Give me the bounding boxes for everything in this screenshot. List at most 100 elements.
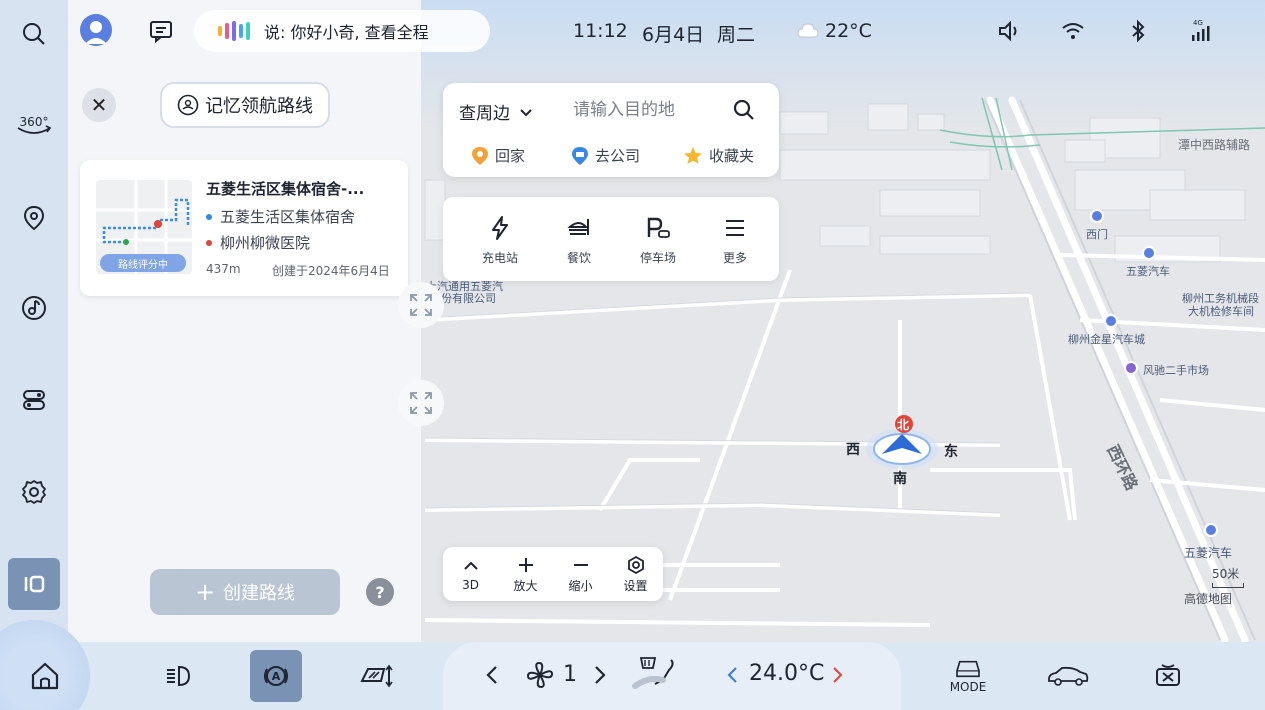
rail-controls-button[interactable] — [8, 374, 60, 426]
map-label-poi: 五菱汽车 — [1126, 265, 1170, 278]
svg-text:4G: 4G — [1193, 19, 1203, 27]
drive-mode-button[interactable]: MODE — [942, 650, 994, 702]
rear-defrost-button[interactable] — [1142, 650, 1194, 702]
location-pin-icon — [23, 205, 45, 231]
create-route-button[interactable]: + 创建路线 — [150, 569, 340, 615]
route-title: 五菱生活区集体宿舍-... — [206, 180, 365, 198]
create-route-label: 创建路线 — [223, 583, 296, 604]
route-distance: 437m — [206, 262, 241, 276]
work-pin-icon — [572, 146, 588, 165]
map-label-poi: 五菱汽车 — [1184, 546, 1233, 560]
auto-hold-button[interactable]: A — [250, 650, 302, 702]
split-view-icon — [24, 575, 45, 593]
poi-marker[interactable] — [1104, 314, 1118, 328]
category-parking[interactable]: 停车场 — [623, 215, 693, 266]
help-button[interactable]: ? — [366, 578, 394, 606]
route-card[interactable]: 路线评分中 五菱生活区集体宿舍-... 五菱生活区集体宿舍 柳州柳微医院 437… — [80, 160, 408, 296]
chevron-down-icon — [520, 108, 532, 116]
zoom-in-button[interactable]: 放大 — [498, 547, 553, 601]
chevron-left-icon — [486, 666, 497, 684]
map-label-poi: 西门 — [1086, 228, 1108, 241]
zoom-in-label: 放大 — [513, 578, 538, 593]
expand-map-button[interactable] — [398, 282, 444, 328]
cabin-temperature: 24.0°C — [749, 661, 825, 686]
headlight-icon — [167, 665, 191, 687]
go-home-label: 回家 — [495, 147, 526, 165]
go-home-button[interactable]: 回家 — [471, 145, 525, 166]
chevron-up-icon — [463, 561, 478, 570]
rail-navigation-button[interactable] — [8, 192, 60, 244]
category-parking-label: 停车场 — [639, 251, 676, 265]
rail-music-button[interactable] — [8, 282, 60, 334]
avatar[interactable] — [80, 14, 112, 46]
category-more[interactable]: 更多 — [700, 215, 770, 266]
message-icon[interactable] — [148, 18, 174, 44]
bottom-dock: A 1 24.0°C MODE — [0, 620, 1265, 710]
map-settings-button[interactable]: 设置 — [608, 547, 663, 601]
compass-south: 南 — [893, 471, 907, 487]
voice-assistant-pill[interactable]: 说: 你好小奇, 查看全程 — [194, 10, 490, 52]
route-memory-icon — [177, 94, 199, 116]
fan-decrease-button[interactable] — [485, 664, 499, 692]
temp-increase-button[interactable] — [831, 664, 845, 692]
voice-wave-icon — [218, 21, 250, 41]
volume-icon[interactable] — [996, 18, 1022, 44]
favorites-label: 收藏夹 — [709, 147, 755, 165]
climate-control-bar: 1 24.0°C — [443, 642, 901, 710]
category-charging[interactable]: 充电站 — [465, 215, 535, 266]
rail-split-screen-button[interactable] — [8, 558, 60, 610]
mirror-adjust-button[interactable] — [350, 650, 402, 702]
user-icon — [85, 21, 107, 44]
map-toolbar: 3D 放大 缩小 设置 — [443, 547, 663, 601]
go-work-label: 去公司 — [595, 147, 641, 165]
map-label-poi: 风驰二手市场 — [1143, 364, 1209, 377]
mirror-adjust-icon — [360, 664, 393, 688]
vehicle-position-marker[interactable]: 北 南 东 西 — [838, 412, 968, 492]
compass-west: 西 — [846, 442, 860, 458]
zoom-out-button[interactable]: 缩小 — [553, 547, 608, 601]
memory-nav-label: 记忆领航路线 — [205, 96, 313, 117]
route-end: 柳州柳微医院 — [206, 232, 310, 253]
vehicle-status-button[interactable] — [1042, 650, 1094, 702]
favorites-button[interactable]: 收藏夹 — [683, 145, 754, 166]
fullscreen-button[interactable] — [398, 380, 444, 426]
chevron-right-icon — [833, 667, 843, 683]
wifi-icon[interactable] — [1060, 18, 1086, 44]
plus-icon: + — [194, 578, 216, 606]
route-end-label: 柳州柳微医院 — [220, 234, 311, 252]
poi-marker[interactable] — [1204, 523, 1218, 537]
fan-increase-button[interactable] — [593, 664, 607, 692]
hexagon-settings-icon — [627, 555, 644, 574]
rail-search-button[interactable] — [8, 8, 60, 60]
destination-input[interactable] — [573, 95, 723, 125]
poi-marker[interactable] — [1142, 246, 1156, 260]
status-bar: 说: 你好小奇, 查看全程 11:12 6月4日 周二 22°C 4G — [68, 0, 1265, 62]
bluetooth-icon[interactable] — [1125, 18, 1151, 44]
music-icon — [22, 296, 46, 320]
go-work-button[interactable]: 去公司 — [571, 145, 640, 166]
poi-marker[interactable] — [1124, 361, 1138, 375]
compass-north: 北 — [897, 418, 910, 432]
compass-east: 东 — [944, 444, 958, 460]
toggle-3d-button[interactable]: 3D — [443, 547, 498, 601]
air-direction-icon[interactable] — [629, 654, 685, 694]
memory-nav-route-button[interactable]: 记忆领航路线 — [160, 82, 330, 128]
drive-mode-label: MODE — [949, 680, 987, 694]
nearby-dropdown[interactable]: 查周边 — [459, 99, 534, 124]
category-more-label: 更多 — [722, 251, 747, 265]
gear-icon — [22, 480, 46, 504]
search-icon[interactable] — [731, 97, 757, 123]
cellular-signal-icon: 4G — [1192, 19, 1210, 41]
weekday: 周二 — [717, 24, 756, 46]
poi-marker[interactable] — [1090, 209, 1104, 223]
close-panel-button[interactable]: ✕ — [82, 88, 116, 122]
car-side-icon — [1048, 666, 1089, 686]
category-dining[interactable]: 餐饮 — [544, 215, 614, 266]
headlight-button[interactable] — [152, 650, 204, 702]
map-brand-label: 高德地图 — [1184, 592, 1233, 606]
temp-decrease-button[interactable] — [725, 664, 739, 692]
rail-360-camera-button[interactable]: 360° — [8, 100, 60, 152]
close-icon: ✕ — [90, 93, 108, 117]
rail-settings-button[interactable] — [8, 466, 60, 518]
dining-icon — [567, 219, 589, 235]
